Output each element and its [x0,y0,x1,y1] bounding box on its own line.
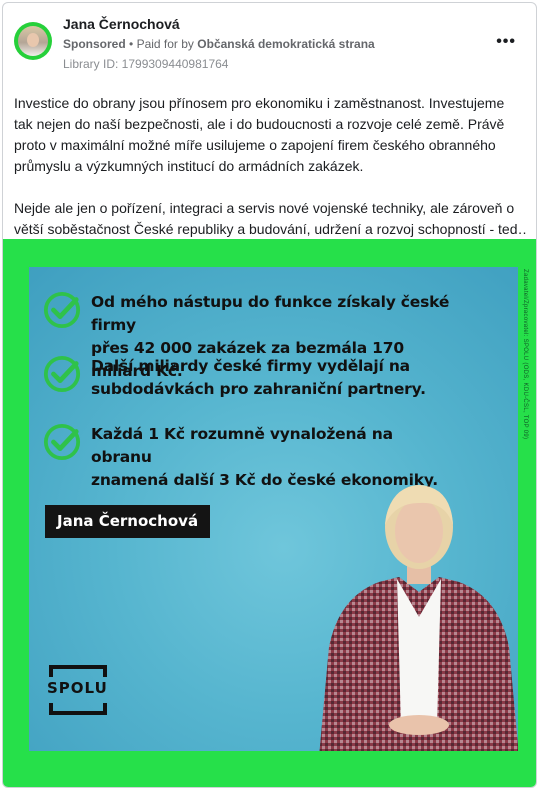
bullet-line: Každá 1 Kč rozumně vynaložená na obranu [91,425,393,466]
name-label: Jana Černochová [45,505,211,538]
paid-for-label: Paid for by [136,37,194,51]
check-circle-icon [43,291,81,329]
candidate-photo [319,485,518,751]
check-circle-icon [43,423,81,461]
spolu-logo: SPOLU [45,665,115,717]
logo-bracket-bottom [49,703,107,715]
post-header: Jana Černochová Sponsored • Paid for by … [3,3,536,83]
ad-card: Jana Černochová Sponsored • Paid for by … [2,2,537,788]
payer-name[interactable]: Občanská demokratická strana [197,37,374,51]
separator-dot: • [129,37,137,51]
bullet-text: Další miliardy české firmy vydělají na s… [91,355,451,401]
bullet-line: Od mého nástupu do funkce získaly české … [91,293,450,334]
logo-text: SPOLU [47,679,108,697]
author-name[interactable]: Jana Černochová [63,16,180,32]
post-paragraph-2-line-2: větší soběstačnost České republiky a bud… [14,221,526,237]
sponsorship-line: Sponsored • Paid for by Občanská demokra… [63,37,375,51]
sponsored-label: Sponsored [63,37,126,51]
avatar-face [27,33,39,47]
ad-disclaimer: Zadavatel/Zpracovatel: SPOLU (ODS, KDU-Č… [522,269,528,440]
post-paragraph-1: Investice do obrany jsou přínosem pro ek… [14,95,505,174]
check-circle-icon [43,355,81,393]
bullet-line: subdodávkách pro zahraniční partnery. [91,380,426,398]
library-id: Library ID: 1799309440981764 [63,57,229,71]
ad-poster: Od mého nástupu do funkce získaly české … [29,267,518,751]
bullet-line: Další miliardy české firmy vydělají na [91,357,410,375]
more-dots-icon[interactable]: ••• [496,33,516,51]
ad-image-frame[interactable]: Od mého nástupu do funkce získaly české … [3,239,536,787]
logo-bracket-top [49,665,107,677]
post-paragraph-2-line-1: Nejde ale jen o pořízení, integraci a se… [14,200,515,216]
post-text: Investice do obrany jsou přínosem pro ek… [14,93,526,240]
author-avatar[interactable] [14,22,52,60]
avatar-photo [18,26,48,56]
